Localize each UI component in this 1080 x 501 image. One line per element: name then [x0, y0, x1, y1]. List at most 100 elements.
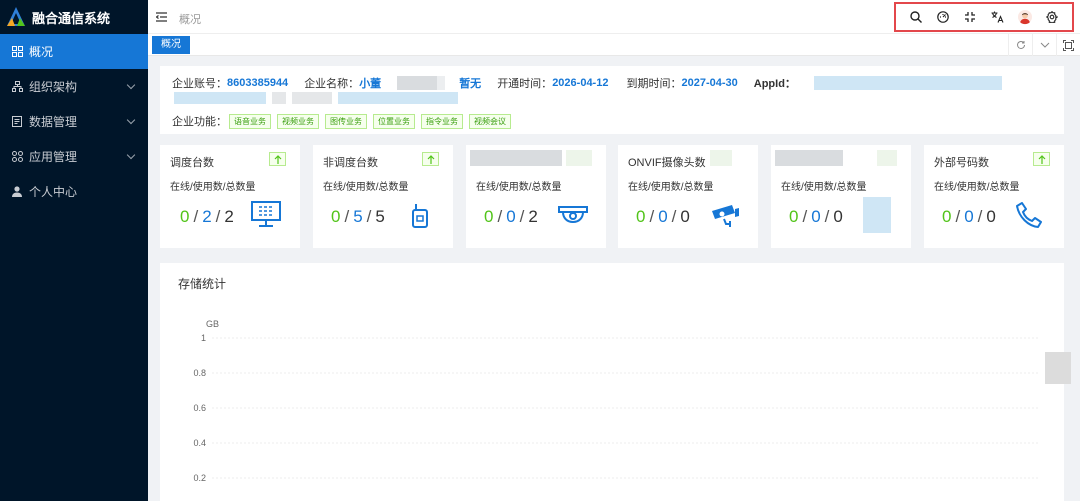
expire-time-label: 到期时间： — [626, 78, 682, 90]
breadcrumb[interactable]: 概况 — [179, 11, 201, 27]
y-tick-label: 0.4 — [193, 438, 206, 448]
cctv-camera-icon — [710, 203, 740, 232]
company-info-card: 企业账号： 8603385944 企业名称： 小董 暂无 开通时间： 2026-… — [160, 66, 1064, 134]
redacted-title — [470, 150, 562, 166]
sidebar-item-label: 应用管理 — [29, 150, 78, 164]
side-redacted-block — [1045, 352, 1071, 384]
open-time-label: 开通时间： — [497, 78, 553, 90]
y-tick-label: 0.6 — [193, 403, 206, 413]
card-counts: 0/0/2 — [484, 207, 539, 226]
redacted-block — [174, 92, 266, 104]
menu-fold-icon[interactable] — [155, 11, 167, 22]
tabs-controls — [1008, 34, 1080, 56]
card-counts: 0/0/0 — [789, 207, 844, 226]
features-row: 企业功能： 语音业务 视频业务 图传业务 位置业务 指令业务 视频会议 — [172, 113, 517, 129]
phone-icon — [1016, 201, 1044, 232]
used-count: 0 — [506, 207, 517, 226]
sidebar-item-org[interactable]: 组织架构 — [0, 69, 148, 104]
redacted-block — [338, 92, 458, 104]
dashboard-icon[interactable] — [936, 10, 950, 24]
stat-card-onvif[interactable]: ONVIF摄像头数 在线/使用数/总数量 0/0/0 — [618, 145, 758, 248]
stat-card-external[interactable]: 外部号码数 在线/使用数/总数量 0/0/0 — [924, 145, 1064, 248]
y-tick-label: 0.8 — [193, 368, 206, 378]
feature-tag: 位置业务 — [373, 113, 415, 129]
feature-tag: 语音业务 — [229, 113, 271, 129]
card-title: ONVIF摄像头数 — [628, 157, 706, 169]
arrow-up-icon[interactable] — [269, 152, 286, 166]
top-header: 概况 — [148, 0, 1080, 34]
stat-card-camera[interactable]: 在线/使用数/总数量 0/0/2 — [466, 145, 606, 248]
card-counts: 0/0/0 — [636, 207, 691, 226]
appid-redacted-row — [174, 92, 458, 104]
card-subtitle: 在线/使用数/总数量 — [934, 182, 1020, 193]
translate-icon[interactable] — [991, 10, 1005, 24]
chevron-down-icon[interactable] — [1032, 34, 1056, 56]
monitor-icon — [250, 200, 282, 231]
card-subtitle: 在线/使用数/总数量 — [476, 182, 562, 193]
walkie-talkie-icon — [411, 203, 429, 232]
redacted-block — [397, 76, 438, 90]
online-count: 0 — [789, 207, 800, 226]
redacted-block — [272, 92, 286, 104]
logo-icon — [6, 6, 26, 28]
used-count: 0 — [811, 207, 822, 226]
storage-chart: GB1 0.8 0.6 0.4 0.2 — [193, 319, 1038, 483]
feature-tag: 视频会议 — [469, 113, 511, 129]
arrow-up-icon[interactable] — [1033, 152, 1050, 166]
total-count: 0 — [833, 207, 844, 226]
company-name-value: 小董 — [359, 78, 382, 90]
redacted-title — [775, 150, 843, 166]
redacted-block — [566, 150, 592, 166]
search-icon[interactable] — [909, 10, 923, 24]
arrow-up-icon[interactable] — [422, 152, 439, 166]
refresh-icon[interactable] — [1008, 34, 1032, 56]
online-count: 0 — [484, 207, 495, 226]
sidebar-item-label: 数据管理 — [29, 115, 78, 129]
apps-icon — [11, 151, 23, 163]
total-count: 0 — [680, 207, 691, 226]
sidebar-item-label: 个人中心 — [29, 185, 78, 199]
chevron-down-icon — [126, 80, 136, 90]
feature-tag: 图传业务 — [325, 113, 367, 129]
app-logo[interactable]: 融合通信系统 — [0, 0, 148, 34]
stat-card-non-dispatch[interactable]: 非调度台数 在线/使用数/总数量 0/5/5 — [313, 145, 453, 248]
sidebar-item-apps[interactable]: 应用管理 — [0, 139, 148, 174]
app-title: 融合通信系统 — [32, 10, 111, 26]
dome-camera-icon — [558, 205, 588, 228]
total-count: 2 — [224, 207, 235, 226]
feature-tag: 指令业务 — [421, 113, 463, 129]
sidebar-item-label: 概况 — [29, 45, 54, 59]
total-count: 5 — [375, 207, 386, 226]
redacted-block — [710, 150, 732, 166]
stat-card-dispatch[interactable]: 调度台数 在线/使用数/总数量 0/2/2 — [160, 145, 300, 248]
y-tick-label: 0.2 — [193, 473, 206, 483]
redacted-block — [292, 92, 332, 104]
header-toolbox — [894, 2, 1074, 32]
avatar[interactable] — [1017, 10, 1032, 25]
user-icon — [11, 186, 23, 198]
company-name-label: 企业名称： — [304, 78, 360, 90]
stat-card-blurred[interactable]: 在线/使用数/总数量 0/0/0 — [771, 145, 911, 248]
redacted-block — [877, 150, 897, 166]
account-label: 企业账号： — [172, 78, 227, 90]
sidebar-item-data[interactable]: 数据管理 — [0, 104, 148, 139]
maximize-icon[interactable] — [1056, 34, 1080, 56]
org-icon — [11, 81, 23, 93]
sidebar: 融合通信系统 概况 组织架构 数据管理 应用管理 个人中心 — [0, 0, 148, 501]
card-counts: 0/0/0 — [942, 207, 997, 226]
sidebar-item-profile[interactable]: 个人中心 — [0, 174, 148, 209]
used-count: 0 — [658, 207, 669, 226]
storage-chart-card: 存储统计 GB 1 0.8 0.6 0.4 0.2 — [160, 263, 1064, 501]
sidebar-item-overview[interactable]: 概况 — [0, 34, 148, 69]
redacted-block — [437, 76, 446, 90]
settings-icon[interactable] — [1045, 10, 1059, 24]
account-value: 8603385944 — [227, 77, 289, 89]
card-title: 外部号码数 — [934, 157, 989, 169]
used-count: 2 — [202, 207, 213, 226]
tab-overview[interactable]: 概况 — [152, 36, 190, 54]
sidebar-item-label: 组织架构 — [29, 80, 78, 94]
expire-time-value: 2027-04-30 — [681, 77, 738, 89]
appid-label: AppId： — [753, 78, 796, 90]
fullscreen-icon[interactable] — [963, 10, 977, 24]
company-info-row: 企业账号： 8603385944 企业名称： 小董 暂无 开通时间： 2026-… — [172, 75, 1002, 91]
